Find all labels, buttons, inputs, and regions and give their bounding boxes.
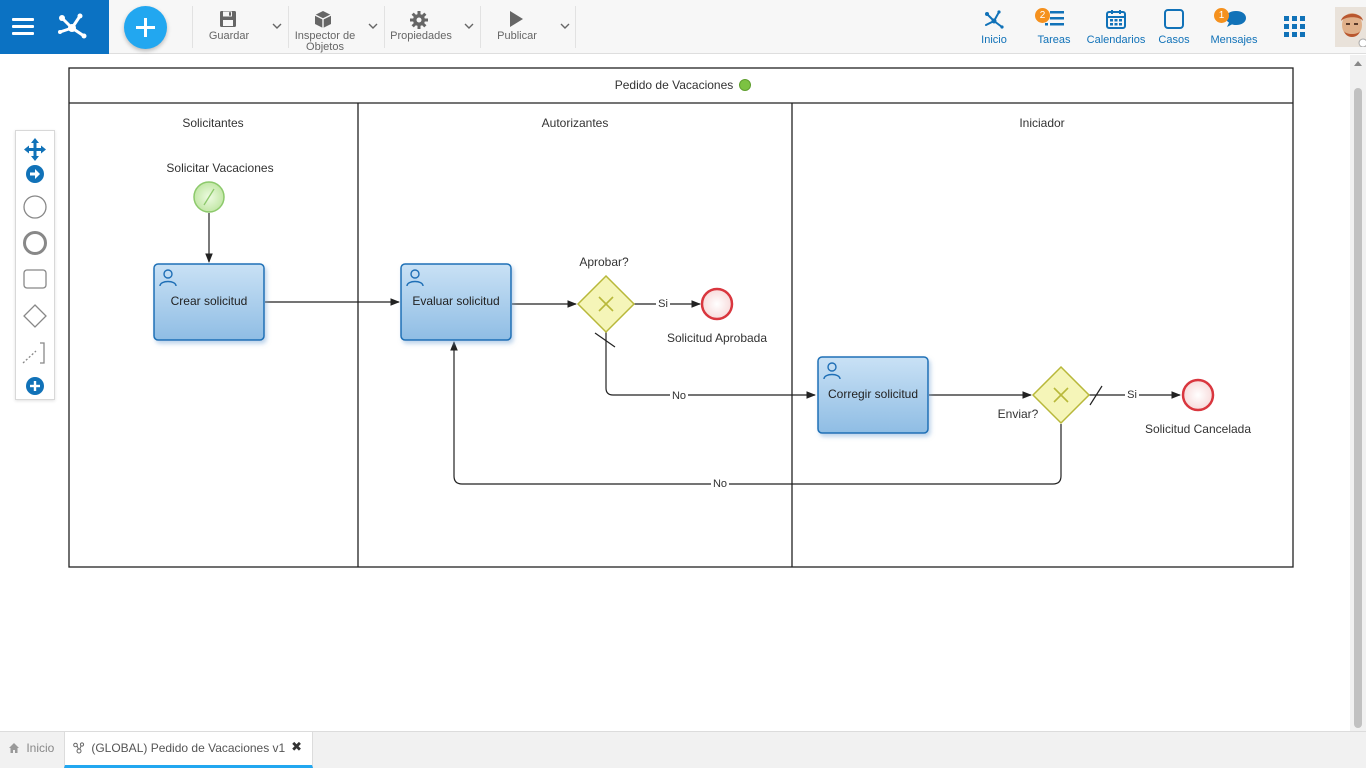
play-icon <box>510 11 523 27</box>
publish-button[interactable]: Publicar <box>480 6 576 48</box>
nav-tasks[interactable]: 2 Tareas <box>1034 0 1074 54</box>
diagram-canvas[interactable]: Pedido de Vacaciones Solicitantes Autori… <box>0 55 1350 731</box>
default-flow-marker-approve <box>594 332 616 348</box>
top-bar: Guardar Inspector de Objetos Propiedades… <box>0 0 1366 54</box>
task-tool-icon[interactable] <box>23 269 47 289</box>
flow-send-no <box>450 341 1062 485</box>
tab-home-label: Inicio <box>26 740 55 755</box>
network-home-icon <box>985 10 1004 29</box>
chevron-down-icon[interactable] <box>559 20 571 32</box>
app-logo-icon[interactable] <box>54 8 90 44</box>
nav-tasks-label: Tareas <box>1037 34 1071 46</box>
task-correct-request[interactable]: Corregir solicitud <box>817 356 929 434</box>
gear-icon <box>410 11 428 29</box>
flow-label-approve-yes: Si <box>658 298 668 310</box>
gateway-approve-label: Aprobar? <box>579 255 629 269</box>
start-event-tool-icon[interactable] <box>23 195 47 219</box>
vertical-scrollbar[interactable] <box>1350 55 1366 731</box>
scrollbar-thumb[interactable] <box>1354 88 1362 728</box>
brand-area <box>0 0 109 54</box>
home-icon <box>9 742 19 753</box>
nav-calendars[interactable]: Calendarios <box>1086 0 1146 54</box>
nav-messages-label: Mensajes <box>1210 34 1258 46</box>
bottom-tab-bar: Inicio (GLOBAL) Pedido de Vacaciones v1 … <box>0 731 1366 768</box>
object-inspector-button[interactable]: Inspector de Objetos <box>288 6 384 53</box>
sequence-flows <box>205 213 1181 485</box>
tab-process-diagram-label: (GLOBAL) Pedido de Vacaciones v1 <box>91 740 286 755</box>
start-event-label: Solicitar Vacaciones <box>166 161 273 175</box>
publish-label: Publicar <box>497 30 537 42</box>
add-more-tool-icon[interactable] <box>26 377 44 395</box>
chevron-down-icon[interactable] <box>463 20 475 32</box>
nav-calendars-label: Calendarios <box>1086 34 1146 46</box>
start-event[interactable] <box>193 181 225 213</box>
connect-tool-icon[interactable] <box>26 165 44 183</box>
messages-badge: 1 <box>1214 8 1229 23</box>
tab-process-diagram[interactable]: (GLOBAL) Pedido de Vacaciones v1 ✖ <box>64 732 313 768</box>
process-diagram-icon <box>73 742 85 754</box>
nav-messages[interactable]: 1 Mensajes <box>1208 0 1260 54</box>
editor-toolbar: Guardar Inspector de Objetos Propiedades… <box>192 6 576 53</box>
gateway-send-label: Enviar? <box>998 407 1039 421</box>
cube-icon <box>314 11 332 28</box>
nav-cases[interactable]: Casos <box>1156 0 1192 54</box>
hamburger-menu-icon[interactable] <box>12 15 34 37</box>
flow-connector-tool-icon[interactable] <box>22 342 45 364</box>
pool-title: Pedido de Vacaciones <box>615 78 734 92</box>
gateway-tool-icon[interactable] <box>23 304 47 328</box>
user-avatar[interactable] <box>1335 7 1366 47</box>
element-palette <box>15 130 55 400</box>
lane-autorizantes-label: Autorizantes <box>542 116 609 130</box>
end-event-approved-label: Solicitud Aprobada <box>667 331 767 345</box>
end-event-cancelled-label: Solicitud Cancelada <box>1145 422 1251 436</box>
flow-label-send-yes: Si <box>1127 389 1137 401</box>
tasks-badge: 2 <box>1035 8 1050 23</box>
save-label: Guardar <box>208 30 250 42</box>
inspector-label-line2: Objetos <box>306 41 344 53</box>
gateway-approve[interactable] <box>576 274 636 334</box>
status-indicator-dot <box>739 79 751 91</box>
chevron-down-icon[interactable] <box>367 20 379 32</box>
task-evaluate-request[interactable]: Evaluar solicitud <box>400 263 512 341</box>
end-event-cancelled[interactable] <box>1181 378 1215 412</box>
bpmn-diagram[interactable]: Pedido de Vacaciones Solicitantes Autori… <box>0 55 1350 731</box>
floppy-disk-icon <box>220 11 236 27</box>
properties-button[interactable]: Propiedades <box>384 6 480 48</box>
task-create-request[interactable]: Crear solicitud <box>153 263 265 341</box>
case-square-icon <box>1164 9 1184 29</box>
end-event-approved[interactable] <box>700 287 734 321</box>
lane-iniciador-label: Iniciador <box>1019 116 1064 130</box>
nav-home[interactable]: Inicio <box>974 0 1014 54</box>
task-create-label: Crear solicitud <box>171 294 248 308</box>
scroll-up-arrow-icon[interactable] <box>1354 61 1362 66</box>
flow-label-send-no: No <box>713 478 727 490</box>
flow-label-approve-no: No <box>672 390 686 402</box>
apps-grid-icon[interactable] <box>1284 16 1305 37</box>
nav-cases-label: Casos <box>1158 34 1190 46</box>
close-tab-icon[interactable]: ✖ <box>291 732 302 762</box>
move-tool-icon[interactable] <box>24 138 46 161</box>
task-correct-label: Corregir solicitud <box>828 387 918 401</box>
end-event-tool-icon[interactable] <box>23 231 47 255</box>
task-evaluate-label: Evaluar solicitud <box>412 294 499 308</box>
lane-solicitantes-label: Solicitantes <box>182 116 243 130</box>
chevron-down-icon[interactable] <box>271 20 283 32</box>
nav-home-label: Inicio <box>981 34 1007 46</box>
save-button[interactable]: Guardar <box>192 6 288 48</box>
tab-home[interactable]: Inicio <box>0 732 62 768</box>
gateway-send[interactable] <box>1031 365 1091 425</box>
add-new-button[interactable] <box>124 6 167 49</box>
properties-label: Propiedades <box>390 30 452 42</box>
calendar-icon <box>1106 10 1126 29</box>
